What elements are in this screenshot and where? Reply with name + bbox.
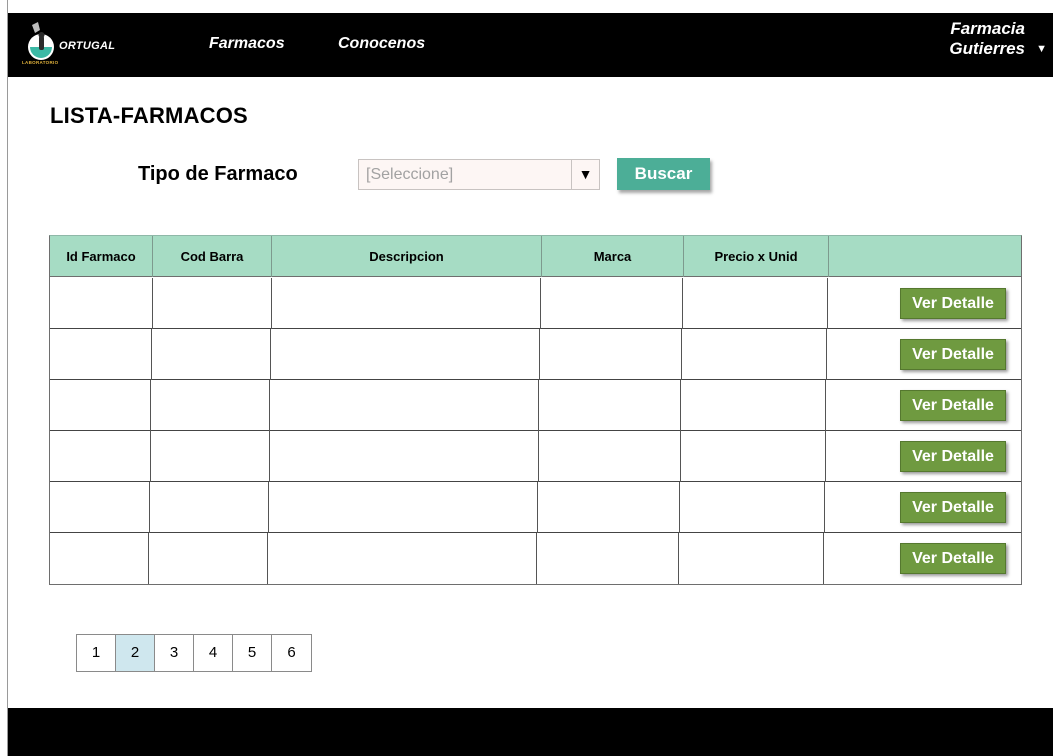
cell-id [50,278,153,329]
column-header-id: Id Farmaco [50,236,153,277]
window-border [7,0,8,756]
cell-actions: Ver Detalle [825,482,1021,533]
cell-marca [539,380,681,431]
page-title: LISTA-FARMACOS [50,103,248,128]
logo-subtext: LABORATORIO [22,60,59,65]
cell-descripcion [270,380,539,431]
table-row: Ver Detalle [50,533,1021,584]
cell-descripcion [270,431,539,482]
logo-text: ORTUGAL [59,40,116,52]
mortar-pestle-logo-icon [28,22,54,60]
cell-id [50,431,151,482]
ver-detalle-button[interactable]: Ver Detalle [900,543,1006,574]
cell-marca [541,278,683,329]
select-placeholder: [Seleccione] [366,166,454,183]
cell-cod-barra [153,278,272,329]
cell-cod-barra [149,533,268,584]
nav-farmacos[interactable]: Farmacos [209,35,285,53]
table-body: Ver Detalle Ver Detalle Ver Detalle Ver … [50,278,1021,584]
cell-precio [680,482,825,533]
page-3-button[interactable]: 3 [155,635,194,671]
column-header-actions [829,236,1021,277]
page-4-button[interactable]: 4 [194,635,233,671]
cell-cod-barra [152,329,271,380]
cell-actions: Ver Detalle [828,278,1021,329]
table-row: Ver Detalle [50,482,1021,533]
cell-precio [682,329,827,380]
cell-descripcion [268,533,537,584]
cell-precio [681,431,826,482]
cell-id [50,380,151,431]
search-button[interactable]: Buscar [617,158,710,190]
table-row: Ver Detalle [50,329,1021,380]
table-row: Ver Detalle [50,431,1021,482]
ver-detalle-button[interactable]: Ver Detalle [900,339,1006,370]
cell-descripcion [271,329,540,380]
nav-conocenos[interactable]: Conocenos [338,35,425,53]
farmacos-table: Id Farmaco Cod Barra Descripcion Marca P… [49,235,1022,585]
account-name-line2: Gutierres [949,39,1025,58]
cell-marca [537,533,679,584]
tipo-farmaco-select[interactable]: [Seleccione] ▼ [358,159,600,190]
column-header-cod-barra: Cod Barra [153,236,272,277]
page-5-button[interactable]: 5 [233,635,272,671]
table-row: Ver Detalle [50,380,1021,431]
page-1-button[interactable]: 1 [77,635,116,671]
cell-actions: Ver Detalle [826,431,1021,482]
page-2-button[interactable]: 2 [116,635,155,671]
cell-id [50,329,152,380]
top-navigation-bar: ORTUGAL LABORATORIO Farmacos Conocenos F… [8,13,1053,77]
cell-cod-barra [151,380,270,431]
cell-descripcion [269,482,538,533]
cell-cod-barra [150,482,269,533]
table-header: Id Farmaco Cod Barra Descripcion Marca P… [50,236,1021,277]
column-header-marca: Marca [542,236,684,277]
cell-marca [540,329,682,380]
cell-marca [538,482,680,533]
ver-detalle-button[interactable]: Ver Detalle [900,441,1006,472]
column-header-precio: Precio x Unid [684,236,829,277]
column-header-descripcion: Descripcion [272,236,542,277]
cell-actions: Ver Detalle [827,329,1021,380]
cell-id [50,533,149,584]
account-name-line1: Farmacia [950,19,1025,38]
cell-actions: Ver Detalle [826,380,1021,431]
ver-detalle-button[interactable]: Ver Detalle [900,492,1006,523]
account-menu[interactable]: Farmacia Gutierres [949,19,1025,59]
cell-cod-barra [151,431,270,482]
table-row: Ver Detalle [50,278,1021,329]
ver-detalle-button[interactable]: Ver Detalle [900,288,1006,319]
filter-label: Tipo de Farmaco [138,163,298,185]
caret-down-icon[interactable]: ▼ [571,160,599,189]
ver-detalle-button[interactable]: Ver Detalle [900,390,1006,421]
logo[interactable]: ORTUGAL LABORATORIO [21,21,151,71]
cell-actions: Ver Detalle [824,533,1021,584]
footer-bar [8,708,1053,756]
page-6-button[interactable]: 6 [272,635,311,671]
cell-precio [679,533,824,584]
pagination: 1 2 3 4 5 6 [76,634,312,672]
cell-precio [683,278,828,329]
cell-marca [539,431,681,482]
caret-down-icon[interactable]: ▼ [1036,43,1047,55]
cell-descripcion [272,278,541,329]
cell-id [50,482,150,533]
cell-precio [681,380,826,431]
